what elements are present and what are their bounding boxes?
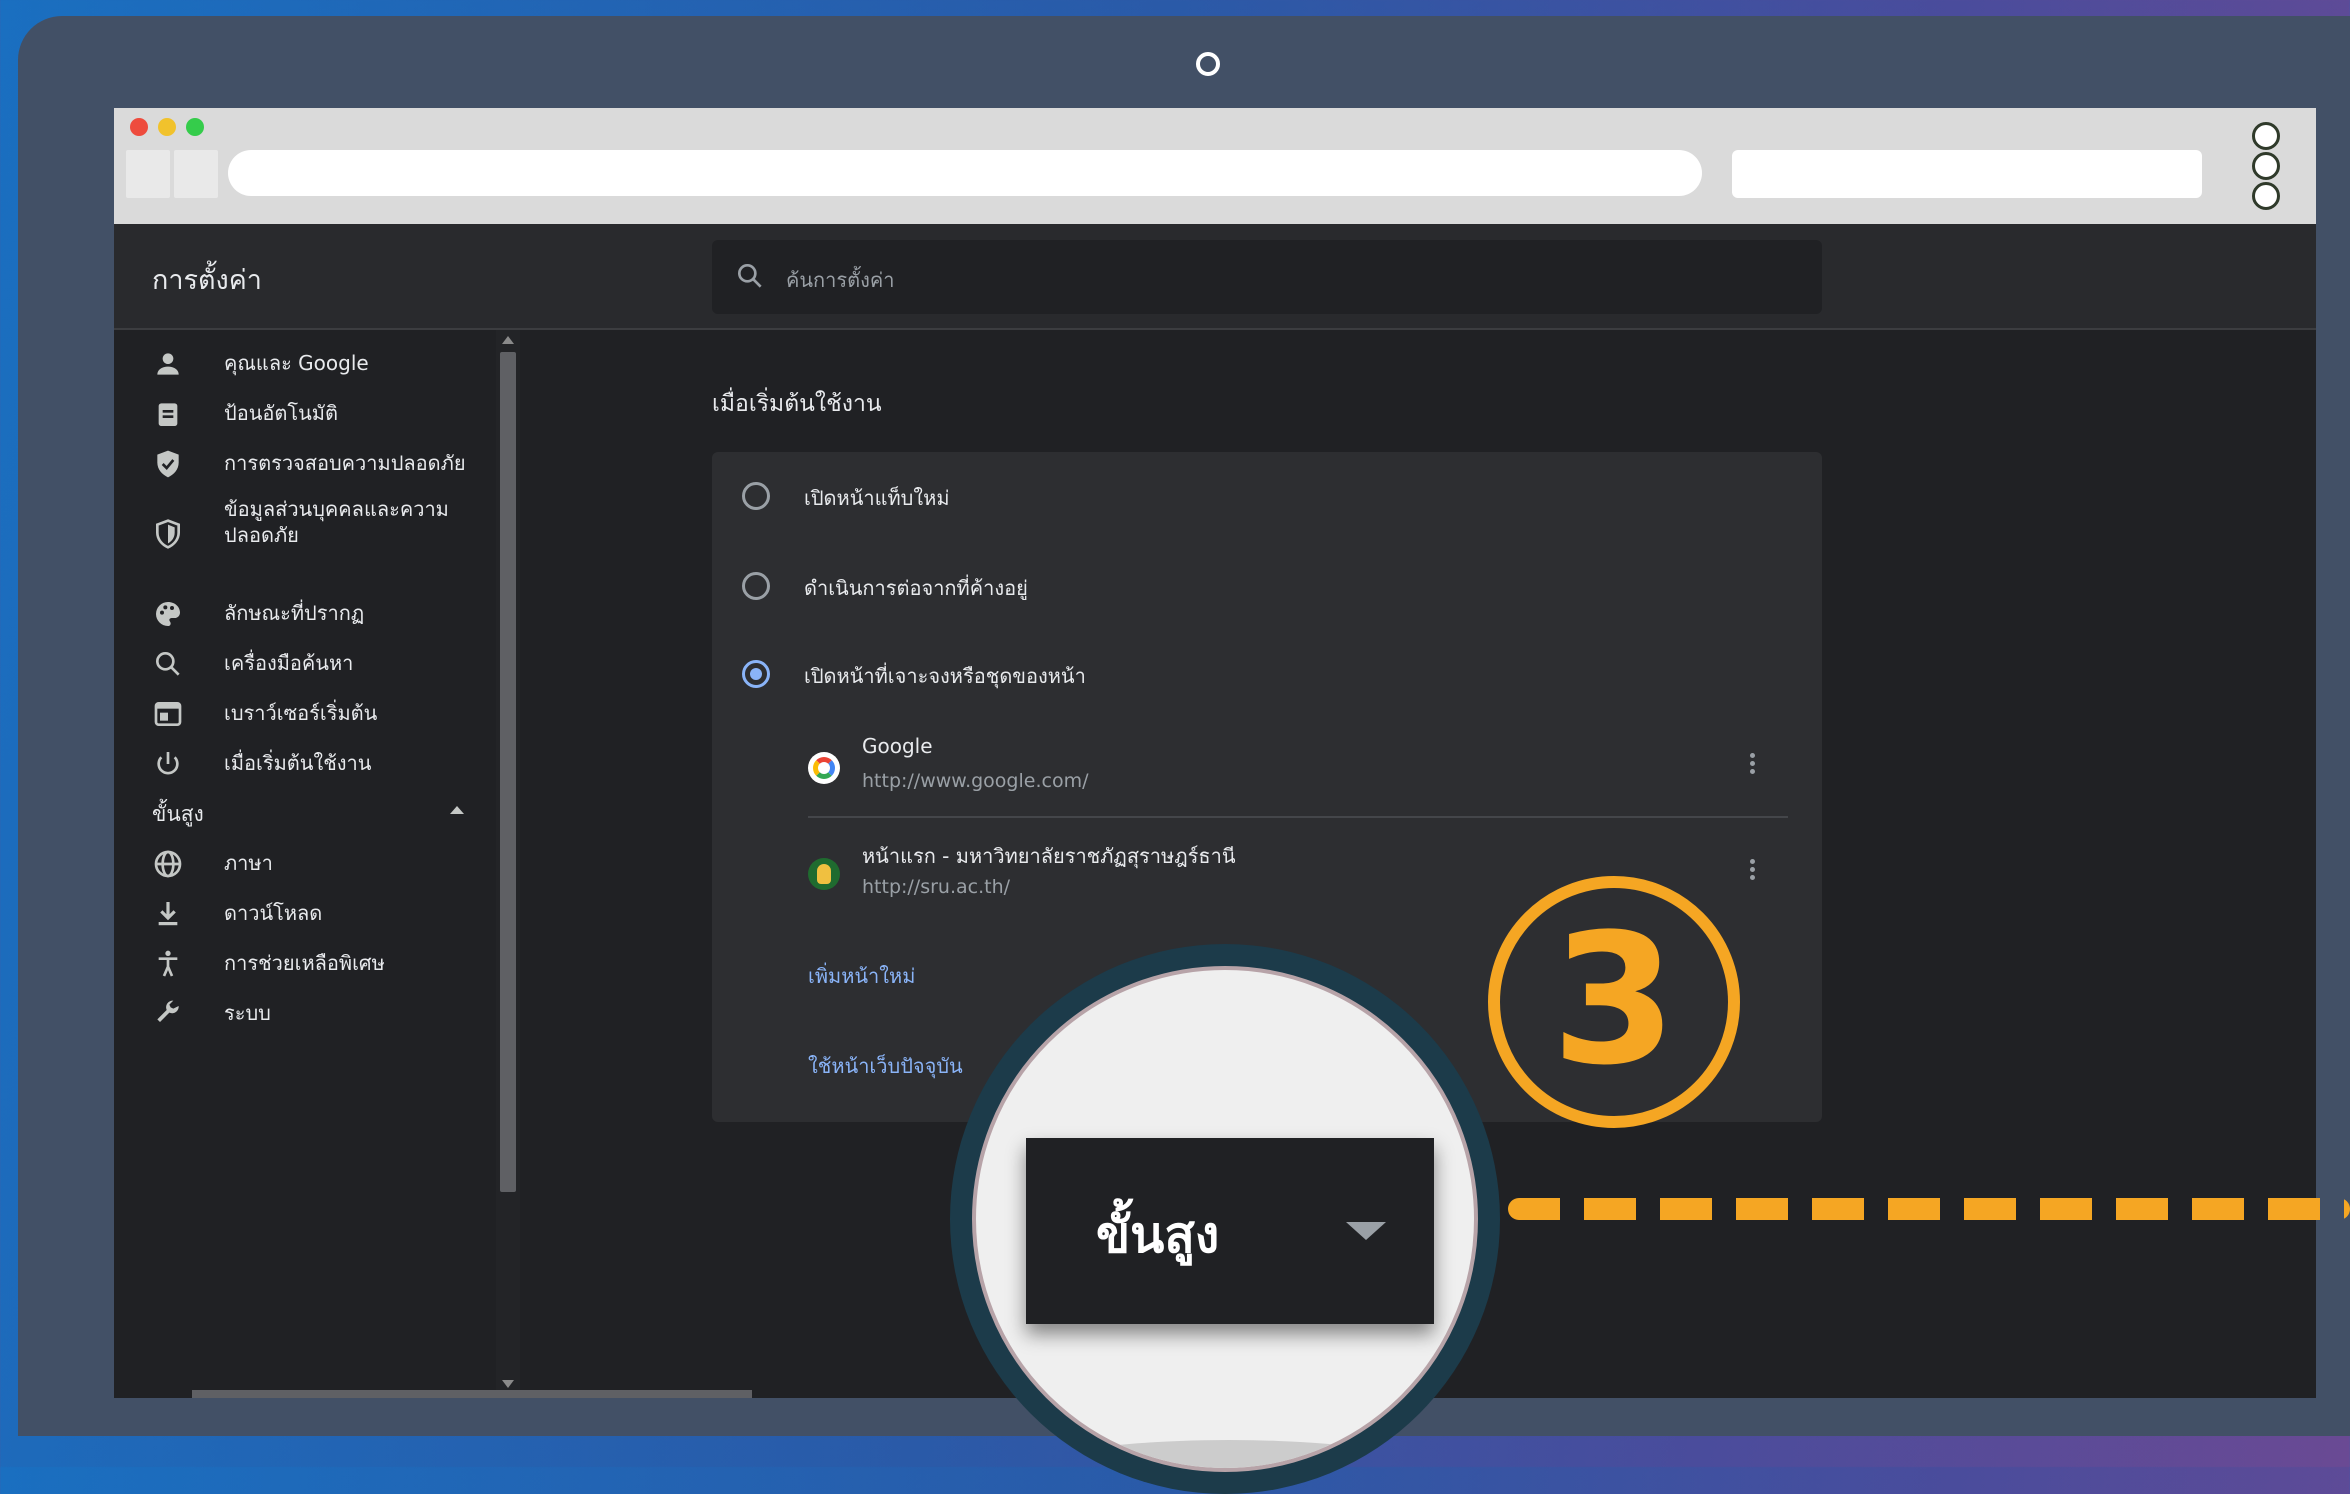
sidebar-item-label: เมื่อเริ่มต้นใช้งาน: [224, 751, 372, 775]
dropdown-arrow-icon: [1346, 1222, 1386, 1240]
sidebar-item-privacy[interactable]: ข้อมูลส่วนบุคคลและความปลอดภัย: [114, 492, 494, 576]
sidebar-item-label: ระบบ: [224, 1001, 271, 1025]
option-new-tab[interactable]: เปิดหน้าแท็บใหม่: [712, 460, 1822, 530]
radio-button[interactable]: [742, 572, 770, 600]
step-number: 3: [1551, 896, 1677, 1105]
camera-icon: [1196, 52, 1220, 76]
browser-menu-icon[interactable]: [2252, 122, 2286, 212]
accessibility-icon: [158, 950, 178, 977]
sidebar-item-label: คุณและ Google: [224, 351, 369, 375]
search-icon: [738, 264, 762, 288]
browser-search-box[interactable]: [1732, 150, 2202, 198]
page-name: Google: [862, 734, 933, 758]
sidebar-advanced-toggle[interactable]: ขั้นสูง: [152, 798, 204, 831]
search-placeholder: ค้นการตั้งค่า: [786, 268, 895, 292]
sidebar-item-label: การตรวจสอบความปลอดภัย: [224, 451, 466, 475]
magnified-label: ขั้นสูง: [1096, 1206, 1220, 1264]
google-favicon-icon: [808, 752, 840, 784]
sidebar-item-label: เครื่องมือค้นหา: [224, 651, 354, 675]
option-label: ดำเนินการต่อจากที่ค้างอยู่: [804, 576, 1028, 600]
sidebar-item-label: เบราว์เซอร์เริ่มต้น: [224, 701, 378, 725]
sidebar-scrollbar[interactable]: [496, 330, 520, 1398]
download-icon: [158, 902, 178, 926]
page-url: http://sru.ac.th/: [862, 876, 1011, 898]
radio-button-checked[interactable]: [742, 660, 770, 688]
add-new-page-link[interactable]: เพิ่มหน้าใหม่: [808, 960, 915, 992]
address-bar[interactable]: [228, 150, 1702, 196]
option-specific-pages[interactable]: เปิดหน้าที่เจาะจงหรือชุดของหน้า: [712, 638, 1822, 708]
use-current-pages-link[interactable]: ใช้หน้าเว็บปัจจุบัน: [808, 1050, 963, 1082]
callout-dashed-line: [1508, 1198, 2350, 1220]
more-options-icon[interactable]: [1740, 856, 1764, 890]
browser-toolbar: [114, 108, 2316, 224]
palette-icon: [156, 602, 180, 626]
more-options-icon[interactable]: [1740, 750, 1764, 784]
settings-sidebar: คุณและ Google ป้อนอัตโนมัติ การตรวจสอบคว…: [114, 330, 496, 1398]
sidebar-item-system[interactable]: ระบบ: [114, 984, 494, 1044]
forward-button[interactable]: [174, 150, 218, 198]
option-label: เปิดหน้าแท็บใหม่: [804, 486, 950, 510]
shield-icon: [156, 519, 180, 549]
sidebar-item-label: ดาวน์โหลด: [224, 901, 323, 925]
option-label: เปิดหน้าที่เจาะจงหรือชุดของหน้า: [804, 664, 1086, 688]
option-continue[interactable]: ดำเนินการต่อจากที่ค้างอยู่: [712, 550, 1822, 620]
lens-shadow: [976, 1440, 1474, 1468]
back-button[interactable]: [126, 150, 170, 198]
scroll-down-arrow-icon[interactable]: [502, 1380, 514, 1388]
startup-page-row: Google http://www.google.com/: [808, 716, 1788, 818]
settings-search-input[interactable]: ค้นการตั้งค่า: [712, 240, 1822, 314]
sidebar-item-label: ลักษณะที่ปรากฏ: [224, 601, 365, 625]
radio-button[interactable]: [742, 482, 770, 510]
browser-icon: [154, 702, 182, 726]
page-url: http://www.google.com/: [862, 770, 1089, 792]
sidebar-item-on-startup[interactable]: เมื่อเริ่มต้นใช้งาน: [114, 734, 494, 794]
scroll-thumb[interactable]: [500, 352, 516, 1192]
scroll-up-arrow-icon[interactable]: [502, 336, 514, 344]
sidebar-item-safety-check[interactable]: การตรวจสอบความปลอดภัย: [114, 434, 494, 494]
power-icon: [157, 752, 179, 775]
step-number-badge: 3: [1488, 876, 1740, 1128]
sidebar-item-label: ป้อนอัตโนมัติ: [224, 401, 338, 425]
magnifier-lens: ขั้นสูง: [972, 966, 1478, 1472]
sidebar-item-label: ข้อมูลส่วนบุคคลและความปลอดภัย: [224, 497, 449, 547]
page-title: การตั้งค่า: [152, 265, 262, 296]
magnifier-callout: ขั้นสูง: [950, 944, 1500, 1494]
globe-icon: [154, 850, 182, 878]
chevron-up-icon[interactable]: [450, 806, 464, 814]
shield-check-icon: [157, 450, 179, 478]
maximize-window-button[interactable]: [186, 118, 204, 136]
settings-header: การตั้งค่า ค้นการตั้งค่า: [114, 224, 2316, 330]
search-icon: [156, 652, 180, 676]
page-name: หน้าแรก - มหาวิทยาลัยราชภัฏสุราษฎร์ธานี: [862, 844, 1236, 868]
university-favicon-icon: [808, 858, 840, 890]
sidebar-item-label: ภาษา: [224, 851, 273, 875]
person-icon: [157, 353, 179, 375]
clipboard-icon: [158, 403, 178, 426]
section-title: เมื่อเริ่มต้นใช้งาน: [712, 391, 882, 417]
horizontal-scrollbar[interactable]: [192, 1390, 752, 1398]
wrench-icon: [157, 1000, 179, 1022]
sidebar-item-label: การช่วยเหลือพิเศษ: [224, 951, 385, 975]
close-window-button[interactable]: [130, 118, 148, 136]
magnified-advanced-button: ขั้นสูง: [1026, 1138, 1434, 1324]
minimize-window-button[interactable]: [158, 118, 176, 136]
